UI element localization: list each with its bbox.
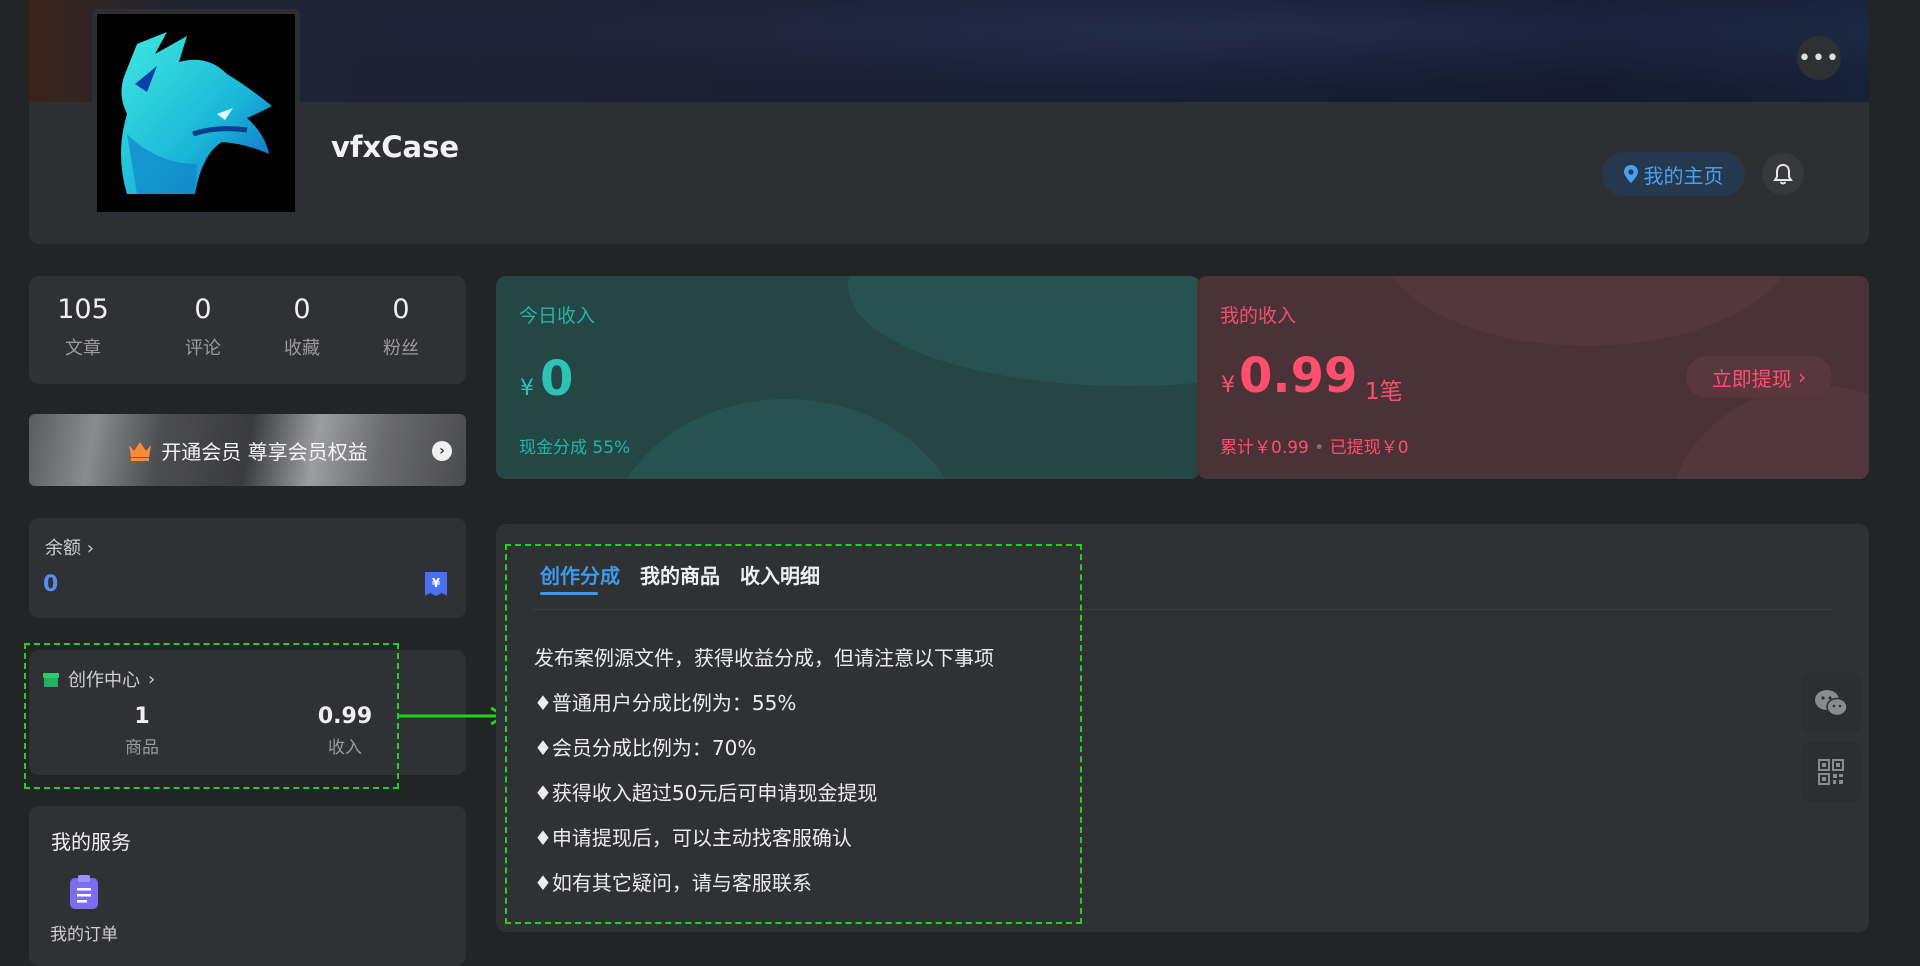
income-summary: 累计￥0.99 • 已提现￥0 <box>1220 433 1409 458</box>
my-income-value: 0.99 <box>1239 348 1358 404</box>
vip-label: 开通会员 尊享会员权益 <box>161 439 368 464</box>
my-income-card: 我的收入 ¥ 0.99 1笔 累计￥0.99 • 已提现￥0 立即提现 › <box>1197 276 1869 479</box>
profile-banner <box>29 0 1869 102</box>
today-income-label: 今日收入 <box>519 305 596 327</box>
more-button[interactable]: ••• <box>1797 36 1841 80</box>
more-icon: ••• <box>1798 45 1840 71</box>
stat-label: 文章 <box>65 338 101 359</box>
notifications-button[interactable] <box>1762 153 1804 195</box>
svg-text:¥: ¥ <box>432 576 441 590</box>
stat-label: 收藏 <box>284 338 320 359</box>
bell-icon <box>1773 163 1793 185</box>
chevron-right-icon: › <box>432 441 452 461</box>
my-income-amount: ¥ 0.99 <box>1221 348 1357 404</box>
stat-favorites[interactable]: 0 收藏 <box>257 294 347 360</box>
balance-label: 余额 <box>45 538 81 559</box>
avatar[interactable] <box>92 9 300 217</box>
withdrawn-text: 已提现￥0 <box>1329 438 1409 458</box>
annotation-arrow <box>399 706 509 726</box>
my-orders-label: 我的订单 <box>50 925 118 945</box>
balance-value: 0 <box>43 572 59 597</box>
stat-value: 0 <box>392 294 410 325</box>
currency-symbol: ¥ <box>1221 373 1235 398</box>
stat-label: 评论 <box>185 338 221 359</box>
stat-value: 105 <box>57 294 109 325</box>
decor-shape <box>1377 276 1797 346</box>
stat-value: 0 <box>194 294 212 325</box>
crown-icon <box>129 442 152 461</box>
today-income-value: 0 <box>540 351 574 407</box>
profile-header: ••• vfxCase 我的主页 <box>29 0 1869 244</box>
wechat-button[interactable] <box>1801 673 1861 733</box>
cash-share-text: 现金分成 55% <box>519 438 631 458</box>
separator-dot: • <box>1314 438 1330 458</box>
wallet-icon[interactable]: ¥ <box>423 570 449 598</box>
stat-articles[interactable]: 105 文章 <box>38 294 128 360</box>
vip-banner[interactable]: 开通会员 尊享会员权益 › <box>29 414 466 486</box>
my-income-label: 我的收入 <box>1220 305 1297 327</box>
income-count: 1笔 <box>1365 379 1403 405</box>
qrcode-icon <box>1818 759 1844 785</box>
chevron-right-icon: › <box>1791 365 1807 389</box>
annotation-box-creation <box>24 643 399 789</box>
stat-comments[interactable]: 0 评论 <box>158 294 248 360</box>
balance-card: 余额 › 0 ¥ <box>29 518 466 618</box>
my-homepage-button[interactable]: 我的主页 <box>1602 152 1745 196</box>
currency-symbol: ¥ <box>520 376 534 401</box>
annotation-box-notice <box>505 544 1082 924</box>
clipboard-icon <box>70 875 98 909</box>
my-orders-item[interactable]: 我的订单 <box>49 874 119 945</box>
stat-followers[interactable]: 0 粉丝 <box>356 294 446 360</box>
services-card: 我的服务 我的订单 <box>29 806 466 966</box>
username: vfxCase <box>331 130 460 164</box>
stat-label: 粉丝 <box>383 338 419 359</box>
total-income-text: 累计￥0.99 <box>1220 438 1309 458</box>
stat-value: 0 <box>293 294 311 325</box>
decor-shape <box>606 399 966 479</box>
services-title: 我的服务 <box>51 830 131 854</box>
today-income-card: 今日收入 ¥ 0 现金分成 55% <box>496 276 1200 479</box>
stats-card: 105 文章 0 评论 0 收藏 0 粉丝 <box>29 276 466 384</box>
withdraw-label: 立即提现 <box>1711 366 1792 391</box>
qrcode-button[interactable] <box>1801 742 1861 802</box>
dragon-logo-icon <box>121 32 272 194</box>
map-pin-icon <box>1623 165 1638 183</box>
chevron-right-icon: › <box>86 538 94 559</box>
wechat-icon <box>1815 690 1848 717</box>
my-homepage-label: 我的主页 <box>1643 163 1724 188</box>
today-income-amount: ¥ 0 <box>520 351 573 407</box>
balance-link[interactable]: 余额 › <box>45 534 94 560</box>
decor-shape <box>1667 386 1869 479</box>
withdraw-button[interactable]: 立即提现 › <box>1686 356 1832 398</box>
decor-shape <box>848 276 1200 386</box>
